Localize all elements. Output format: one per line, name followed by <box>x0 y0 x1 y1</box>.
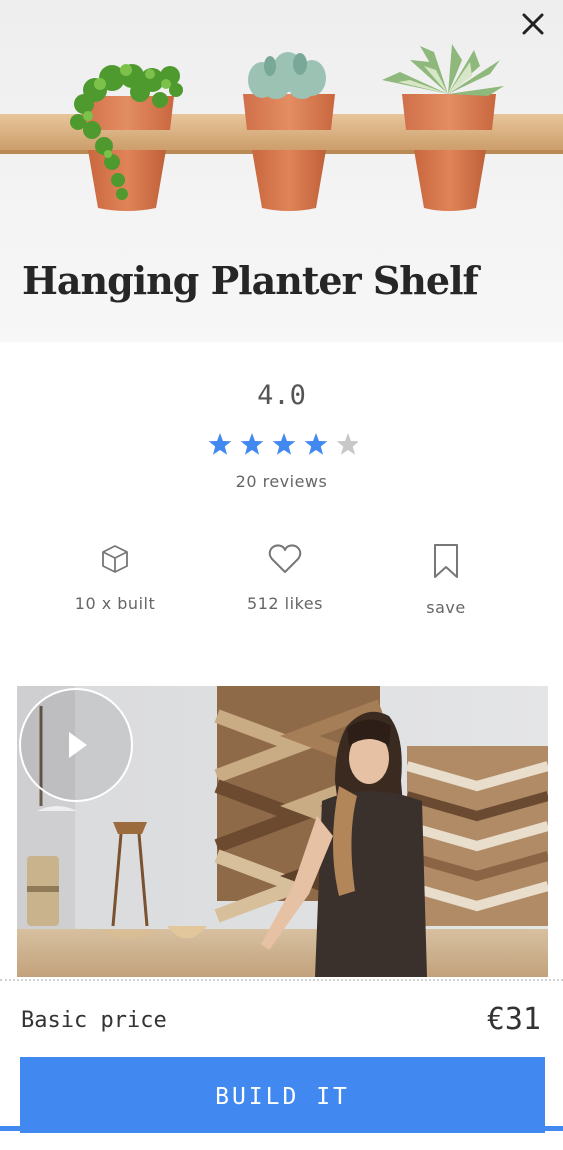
price-label: Basic price <box>21 1008 167 1033</box>
built-count-button[interactable]: 10 x built <box>35 542 195 632</box>
bookmark-icon <box>434 544 458 578</box>
price-value: €31 <box>486 1002 541 1037</box>
play-icon[interactable] <box>17 686 135 804</box>
build-it-button[interactable]: BUILD IT <box>20 1057 545 1133</box>
bottom-accent-bar <box>0 1126 563 1131</box>
star-filled-icon <box>240 433 264 455</box>
likes-count-label: 512 likes <box>247 594 323 613</box>
star-filled-icon <box>208 433 232 455</box>
built-count-label: 10 x built <box>74 594 156 613</box>
close-icon[interactable] <box>517 8 549 40</box>
star-filled-icon <box>272 433 296 455</box>
star-empty-icon <box>336 433 358 455</box>
star-rating <box>208 433 358 455</box>
star-filled-icon <box>304 433 328 455</box>
like-button[interactable]: 512 likes <box>205 542 365 632</box>
divider <box>0 979 563 981</box>
video-player[interactable] <box>17 686 548 977</box>
rating-value: 4.0 <box>257 380 306 411</box>
page-title: Hanging Planter Shelf <box>22 258 479 303</box>
heart-icon <box>268 544 302 573</box>
save-label: save <box>426 598 466 617</box>
reviews-count[interactable]: 20 reviews <box>0 472 563 491</box>
cube-icon <box>102 545 128 573</box>
save-button[interactable]: save <box>366 542 526 632</box>
hero-banner: Hanging Planter Shelf <box>0 0 563 342</box>
